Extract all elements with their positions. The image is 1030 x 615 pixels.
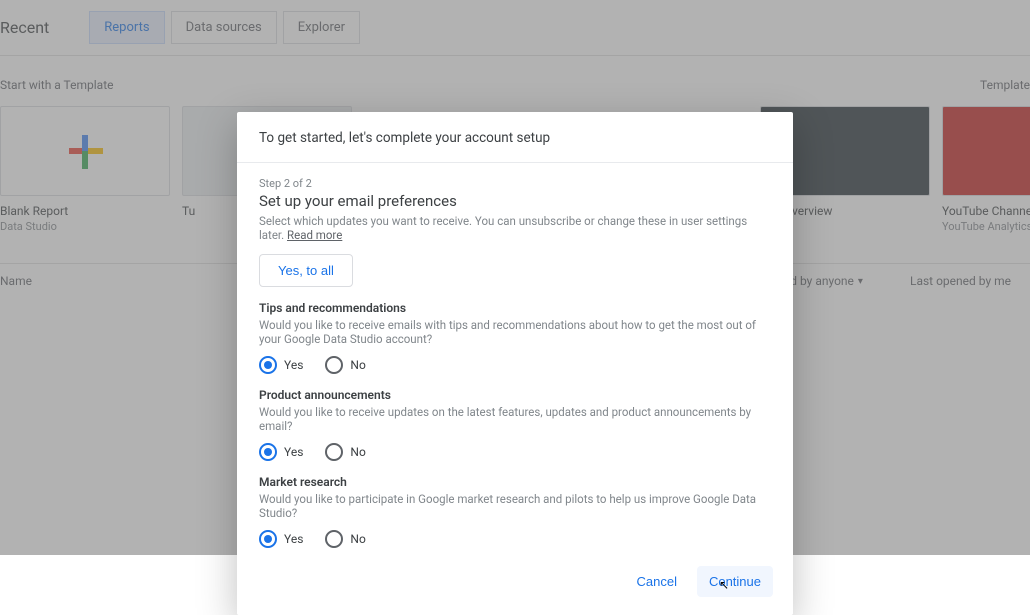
dialog-footer: Cancel Continue ↖ <box>237 552 793 615</box>
radio-icon <box>325 530 343 548</box>
radio-icon <box>259 530 277 548</box>
radio-icon <box>325 356 343 374</box>
radio-label: No <box>350 445 365 459</box>
pref-desc: Would you like to receive emails with ti… <box>259 318 771 346</box>
radio-row: Yes No <box>259 356 771 374</box>
radio-label: No <box>350 532 365 546</box>
modal-overlay: To get started, let's complete your acco… <box>0 0 1030 555</box>
radio-row: Yes No <box>259 443 771 461</box>
pref-announcements: Product announcements Would you like to … <box>259 388 771 461</box>
account-setup-dialog: To get started, let's complete your acco… <box>237 112 793 615</box>
pref-title: Product announcements <box>259 388 771 402</box>
radio-research-no[interactable]: No <box>325 530 365 548</box>
radio-icon <box>259 443 277 461</box>
continue-label: Continue <box>709 574 761 589</box>
radio-row: Yes No <box>259 530 771 548</box>
radio-label: Yes <box>284 358 303 372</box>
cancel-button[interactable]: Cancel <box>624 566 688 597</box>
dialog-step: Step 2 of 2 <box>259 177 771 190</box>
pref-title: Market research <box>259 475 771 489</box>
radio-label: Yes <box>284 445 303 459</box>
pref-tips: Tips and recommendations Would you like … <box>259 301 771 374</box>
radio-tips-no[interactable]: No <box>325 356 365 374</box>
radio-label: No <box>350 358 365 372</box>
continue-button[interactable]: Continue ↖ <box>697 566 773 597</box>
dialog-title: To get started, let's complete your acco… <box>237 112 793 163</box>
radio-icon <box>325 443 343 461</box>
pref-title: Tips and recommendations <box>259 301 771 315</box>
radio-research-yes[interactable]: Yes <box>259 530 303 548</box>
radio-announce-no[interactable]: No <box>325 443 365 461</box>
yes-to-all-button[interactable]: Yes, to all <box>259 254 353 287</box>
pref-desc: Would you like to participate in Google … <box>259 492 771 520</box>
pref-desc: Would you like to receive updates on the… <box>259 405 771 433</box>
dialog-section-title: Set up your email preferences <box>259 192 771 210</box>
read-more-link[interactable]: Read more <box>287 228 342 242</box>
dialog-body: Step 2 of 2 Set up your email preference… <box>237 163 793 552</box>
pref-research: Market research Would you like to partic… <box>259 475 771 548</box>
radio-icon <box>259 356 277 374</box>
radio-label: Yes <box>284 532 303 546</box>
dialog-section-desc: Select which updates you want to receive… <box>259 214 771 242</box>
radio-announce-yes[interactable]: Yes <box>259 443 303 461</box>
radio-tips-yes[interactable]: Yes <box>259 356 303 374</box>
